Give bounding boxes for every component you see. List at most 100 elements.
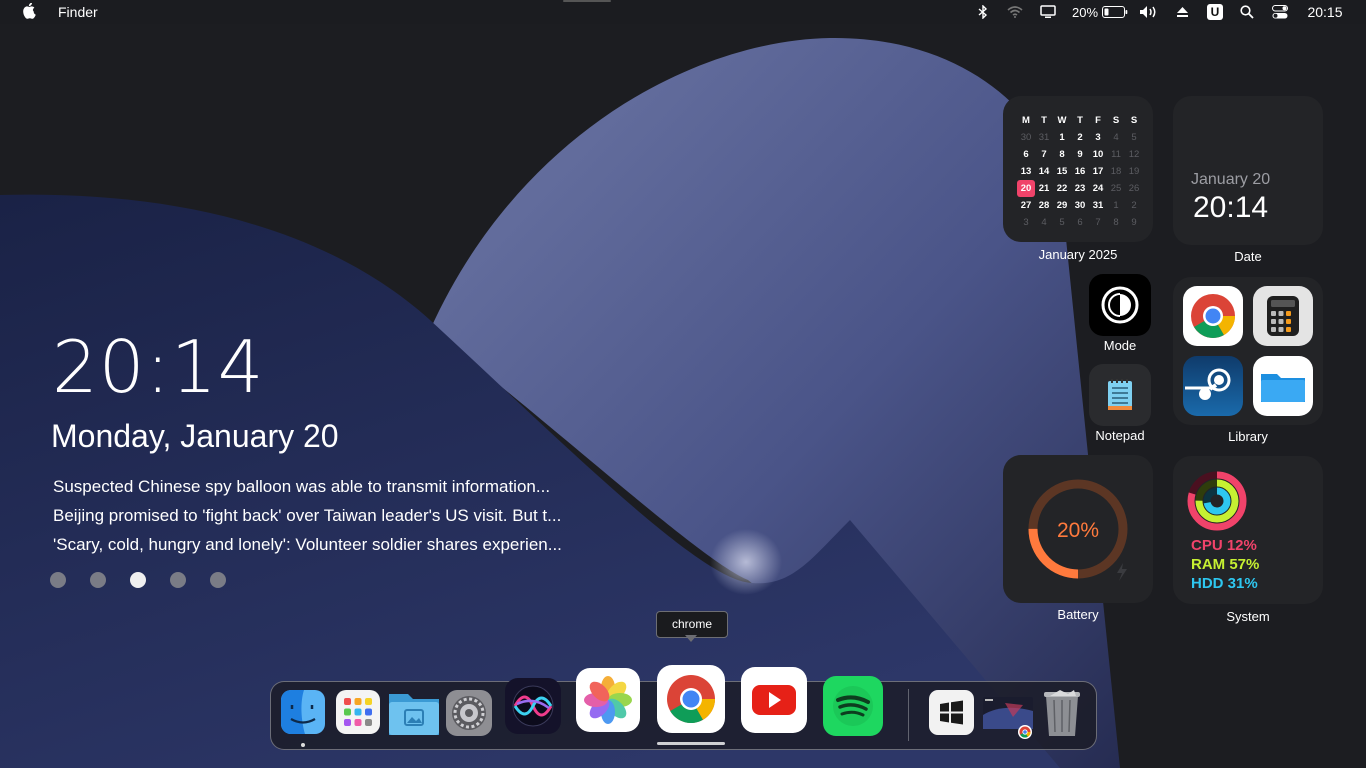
menu-bar: Finder 20% U 20:15 <box>0 0 1366 24</box>
calendar-day[interactable]: 28 <box>1035 197 1053 214</box>
news-headline[interactable]: 'Scary, cold, hungry and lonely': Volunt… <box>53 530 562 559</box>
calendar-day[interactable]: 3 <box>1089 129 1107 146</box>
calendar-day[interactable]: 22 <box>1053 180 1071 197</box>
calendar-day[interactable]: 4 <box>1035 214 1053 231</box>
notepad-label: Notepad <box>1095 428 1145 443</box>
dock-tooltip: chrome <box>656 611 728 638</box>
dock-launchpad[interactable] <box>336 690 380 734</box>
calendar-day[interactable]: 11 <box>1107 146 1125 163</box>
dock-trash[interactable] <box>1040 686 1084 738</box>
calendar-day[interactable]: 14 <box>1035 163 1053 180</box>
library-label: Library <box>1228 429 1268 444</box>
date-widget[interactable]: January 20 20:14 <box>1173 96 1323 245</box>
photos-icon <box>576 668 640 732</box>
calendar-day-today[interactable]: 20 <box>1017 180 1035 197</box>
calendar-day[interactable]: 31 <box>1035 129 1053 146</box>
eject-icon[interactable] <box>1173 0 1191 24</box>
calendar-day[interactable]: 1 <box>1053 129 1071 146</box>
page-dot[interactable] <box>170 572 186 588</box>
calendar-day[interactable]: 13 <box>1017 163 1035 180</box>
library-chrome[interactable] <box>1183 286 1243 346</box>
calendar-day[interactable]: 26 <box>1125 180 1143 197</box>
dock-settings[interactable] <box>446 690 492 736</box>
mode-button[interactable] <box>1089 274 1151 336</box>
dock-files[interactable] <box>388 690 440 736</box>
dock-siri[interactable] <box>505 678 561 734</box>
calendar-day[interactable]: 24 <box>1089 180 1107 197</box>
calendar-day[interactable]: 8 <box>1107 214 1125 231</box>
library-files[interactable] <box>1253 356 1313 416</box>
date-widget-day: January 20 <box>1191 171 1271 188</box>
tooltip-arrow <box>685 635 697 642</box>
dock-chrome[interactable] <box>657 665 725 733</box>
display-icon[interactable] <box>1038 0 1058 24</box>
calendar-day[interactable]: 23 <box>1071 180 1089 197</box>
calendar-day[interactable]: 4 <box>1107 129 1125 146</box>
dock-windows[interactable] <box>929 690 974 735</box>
siri-icon <box>505 678 561 734</box>
calendar-day[interactable]: 9 <box>1071 146 1089 163</box>
calendar-day[interactable]: 31 <box>1089 197 1107 214</box>
control-center-icon[interactable] <box>1271 0 1289 24</box>
calendar-day[interactable]: 2 <box>1071 129 1089 146</box>
calendar-day[interactable]: 8 <box>1053 146 1071 163</box>
calendar-day[interactable]: 1 <box>1107 197 1125 214</box>
page-dot[interactable] <box>210 572 226 588</box>
calendar-day[interactable]: 12 <box>1125 146 1143 163</box>
screen-preview-icon <box>983 697 1033 739</box>
calendar-day[interactable]: 7 <box>1089 214 1107 231</box>
notepad-button[interactable] <box>1089 364 1151 426</box>
calendar-widget[interactable]: M T W T F S S 30 31 1 2 3 4 5 6 7 8 9 10 11 12 13 14 15 16 17 18 19… <box>1003 96 1153 242</box>
calendar-day[interactable]: 6 <box>1071 214 1089 231</box>
calendar-day[interactable]: 17 <box>1089 163 1107 180</box>
calendar-day[interactable]: 18 <box>1107 163 1125 180</box>
calendar-day[interactable]: 30 <box>1017 129 1035 146</box>
calendar-day[interactable]: 15 <box>1053 163 1071 180</box>
calendar-weekday-header: S <box>1112 115 1120 126</box>
calendar-weekday-header: T <box>1041 115 1047 126</box>
calendar-day[interactable]: 3 <box>1017 214 1035 231</box>
apple-logo-icon[interactable] <box>22 3 38 21</box>
calendar-day[interactable]: 30 <box>1071 197 1089 214</box>
u-app-icon[interactable]: U <box>1206 0 1224 24</box>
page-dot[interactable] <box>90 572 106 588</box>
page-dot[interactable] <box>50 572 66 588</box>
wifi-icon[interactable] <box>1005 0 1025 24</box>
menubar-clock[interactable]: 20:15 <box>1305 0 1345 24</box>
search-icon[interactable] <box>1238 0 1256 24</box>
dock-spotify[interactable] <box>823 676 883 736</box>
library-steam[interactable] <box>1183 356 1243 416</box>
calendar-day[interactable]: 21 <box>1035 180 1053 197</box>
calendar-day[interactable]: 29 <box>1053 197 1071 214</box>
news-list: Suspected Chinese spy balloon was able t… <box>53 472 562 559</box>
calendar-day[interactable]: 5 <box>1125 129 1143 146</box>
calendar-day[interactable]: 10 <box>1089 146 1107 163</box>
system-widget[interactable]: CPU 12% RAM 57% HDD 31% <box>1173 456 1323 604</box>
calendar-day[interactable]: 25 <box>1107 180 1125 197</box>
cpu-usage: CPU 12% <box>1191 537 1257 554</box>
calendar-day[interactable]: 19 <box>1125 163 1143 180</box>
dock-window-preview[interactable] <box>983 697 1035 741</box>
page-dot-active[interactable] <box>130 572 146 588</box>
calendar-day[interactable]: 2 <box>1125 197 1143 214</box>
dock-youtube[interactable] <box>741 667 807 733</box>
active-app-name[interactable]: Finder <box>58 4 98 20</box>
dock-photos[interactable] <box>576 668 640 732</box>
dock-finder[interactable] <box>281 690 325 734</box>
library-calculator[interactable] <box>1253 286 1313 346</box>
calendar-day[interactable]: 6 <box>1017 146 1035 163</box>
news-headline[interactable]: Suspected Chinese spy balloon was able t… <box>53 472 562 501</box>
battery-icon[interactable] <box>1101 0 1129 24</box>
calendar-day[interactable]: 16 <box>1071 163 1089 180</box>
calendar-day[interactable]: 27 <box>1017 197 1035 214</box>
folder-icon <box>1261 374 1305 402</box>
battery-widget[interactable]: 20% <box>1003 455 1153 603</box>
calendar-day[interactable]: 5 <box>1053 214 1071 231</box>
files-icon <box>389 694 439 735</box>
large-date: Monday, January 20 <box>51 418 339 454</box>
calendar-day[interactable]: 7 <box>1035 146 1053 163</box>
news-headline[interactable]: Beijing promised to 'fight back' over Ta… <box>53 501 562 530</box>
volume-icon[interactable] <box>1138 0 1160 24</box>
calendar-day[interactable]: 9 <box>1125 214 1143 231</box>
bluetooth-icon[interactable] <box>974 0 992 24</box>
